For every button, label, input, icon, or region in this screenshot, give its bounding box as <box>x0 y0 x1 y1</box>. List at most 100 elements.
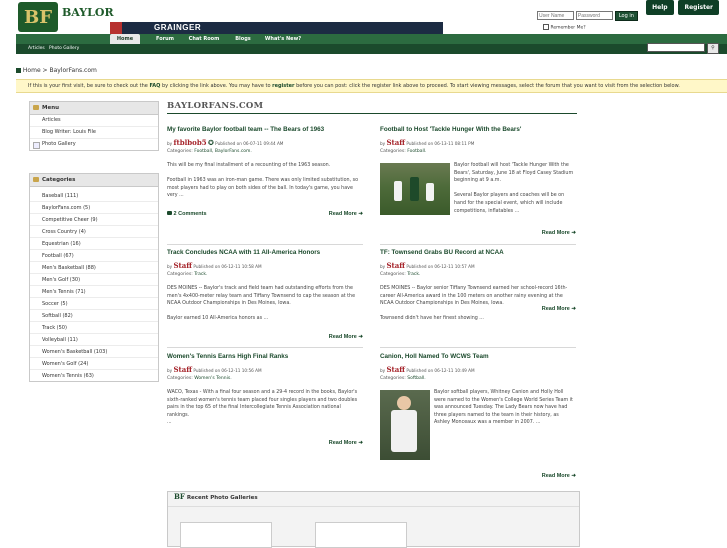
article-author[interactable]: ftblbob5 <box>173 138 206 147</box>
article-categories: Categories: Track. <box>380 272 576 277</box>
notice-text-post: before you can post: click the register … <box>294 83 680 89</box>
category-item[interactable]: Soccer (5) <box>30 298 158 310</box>
help-button[interactable]: Help <box>646 0 674 15</box>
category-item[interactable]: Men's Tennis (71) <box>30 286 158 298</box>
tab-blogs[interactable]: Blogs <box>229 34 257 44</box>
article-author[interactable]: Staff <box>386 261 405 270</box>
category-item[interactable]: Cross Country (4) <box>30 226 158 238</box>
read-more-link[interactable]: Read More ➜ <box>542 230 576 236</box>
category-item[interactable]: Volleyball (11) <box>30 334 158 346</box>
read-more-link[interactable]: Read More ➜ <box>329 334 363 340</box>
article-excerpt: Baylor softball players, Whitney Canion … <box>434 390 573 426</box>
read-more-link[interactable]: Read More ➜ <box>329 211 363 217</box>
menu-item-photo-gallery[interactable]: Photo Gallery <box>30 139 158 150</box>
article-card: TF: Townsend Grabs BU Record at NCAA by … <box>380 249 576 344</box>
read-more-link[interactable]: Read More ➜ <box>542 473 576 479</box>
register-button[interactable]: Register <box>678 0 719 15</box>
read-more-link[interactable]: Read More ➜ <box>329 440 363 446</box>
tab-chat-room[interactable]: Chat Room <box>186 34 222 44</box>
comments-link[interactable]: 2 Comments <box>167 211 207 217</box>
read-more-link[interactable]: Read More ➜ <box>542 306 576 312</box>
categories-label: Categories: <box>167 149 193 154</box>
categories-label: Categories: <box>380 376 406 381</box>
article-category-link[interactable]: Football. <box>407 149 426 154</box>
article-author[interactable]: Staff <box>386 138 405 147</box>
register-link[interactable]: register <box>272 83 294 89</box>
breadcrumb[interactable]: Home > BaylorFans.com <box>16 67 97 74</box>
tab-home[interactable]: Home <box>110 34 140 44</box>
softball-photo[interactable] <box>380 390 430 460</box>
article-date: Published on 06-12-11 10:57 AM <box>406 264 475 269</box>
faq-link[interactable]: FAQ <box>149 83 160 89</box>
remember-checkbox[interactable] <box>543 24 549 30</box>
breadcrumb-text[interactable]: Home > BaylorFans.com <box>23 67 97 74</box>
article-date: Published on 06-13-11 08:11 PM <box>406 141 475 146</box>
menu-item-articles[interactable]: Articles <box>30 115 158 127</box>
site-logo[interactable]: BF BAYLOR <box>18 2 114 32</box>
article-author[interactable]: Staff <box>173 365 192 374</box>
article-category-link[interactable]: Track. <box>407 272 420 277</box>
player-figure <box>394 181 402 201</box>
tab-whats-new[interactable]: What's New? <box>263 34 303 44</box>
article-date: Published on 06-12-11 10:49 AM <box>406 368 475 373</box>
article-author[interactable]: Staff <box>173 261 192 270</box>
article-title[interactable]: TF: Townsend Grabs BU Record at NCAA <box>380 249 576 256</box>
article-title[interactable]: Track Concludes NCAA with 11 All-America… <box>167 249 363 256</box>
categories-label: Categories: <box>380 272 406 277</box>
player-figure <box>426 183 434 201</box>
category-item[interactable]: Track (50) <box>30 322 158 334</box>
article-title[interactable]: Canion, Holl Named To WCWS Team <box>380 353 576 360</box>
search-icon[interactable]: ⚲ <box>707 43 719 54</box>
player-jersey <box>391 410 417 452</box>
article-category-link[interactable]: Women's Tennis. <box>194 376 231 381</box>
category-item[interactable]: Women's Basketball (103) <box>30 346 158 358</box>
category-item[interactable]: Baseball (111) <box>30 190 158 202</box>
category-item[interactable]: Women's Golf (24) <box>30 358 158 370</box>
menu-item-blog-writer[interactable]: Blog Writer: Louis File <box>30 127 158 139</box>
article-title[interactable]: Women's Tennis Earns High Final Ranks <box>167 353 363 360</box>
main-title: BAYLORFANS.COM <box>167 101 264 111</box>
article-category-link[interactable]: Football, BaylorFans.com. <box>194 149 252 154</box>
article-title[interactable]: My favorite Baylor football team -- The … <box>167 126 363 133</box>
subnav-photo-gallery[interactable]: Photo Gallery <box>49 46 79 51</box>
subnav-articles[interactable]: Articles <box>28 46 45 51</box>
category-item[interactable]: Women's Tennis (63) <box>30 370 158 381</box>
gallery-thumbnail[interactable] <box>180 522 272 548</box>
article-excerpt-wrap: Baylor football will host 'Tackle Hunger… <box>380 162 576 215</box>
article-title[interactable]: Football to Host 'Tackle Hunger With the… <box>380 126 576 133</box>
category-item[interactable]: Football (67) <box>30 250 158 262</box>
article-divider <box>167 244 363 245</box>
folder-icon <box>33 177 39 182</box>
password-input[interactable] <box>575 11 613 20</box>
remember-me[interactable]: Remember Me? <box>543 24 586 31</box>
article-categories: Categories: Softball. <box>380 376 576 381</box>
site-header: BF BAYLOR GRAINGER Help Register Log in … <box>0 0 727 34</box>
category-item[interactable]: Men's Golf (30) <box>30 274 158 286</box>
galleries-header: BF Recent Photo Galleries <box>168 492 579 507</box>
categories-box: Categories Baseball (111) BaylorFans.com … <box>29 173 159 382</box>
football-photo[interactable] <box>380 163 450 215</box>
article-category-link[interactable]: Softball. <box>407 376 425 381</box>
category-item[interactable]: Equestrian (16) <box>30 238 158 250</box>
tab-forum[interactable]: Forum <box>148 34 182 44</box>
article-category-link[interactable]: Track. <box>194 272 207 277</box>
ad-banner[interactable]: GRAINGER <box>110 22 443 34</box>
plus-icon[interactable] <box>33 142 40 149</box>
article-byline: by Staff Published on 06-12-11 10:57 AM <box>380 261 475 270</box>
article-byline: by Staff Published on 06-12-11 10:49 AM <box>380 365 475 374</box>
category-item[interactable]: Softball (82) <box>30 310 158 322</box>
username-input[interactable] <box>537 11 574 20</box>
article-author[interactable]: Staff <box>386 365 405 374</box>
home-icon[interactable] <box>16 68 21 73</box>
search-input[interactable] <box>647 43 706 52</box>
nav-search: ⚲ <box>647 43 719 54</box>
login-button[interactable]: Log in <box>614 11 638 21</box>
category-item[interactable]: BaylorFans.com (5) <box>30 202 158 214</box>
category-item[interactable]: Competitive Cheer (9) <box>30 214 158 226</box>
article-card: Football to Host 'Tackle Hunger With the… <box>380 126 576 236</box>
category-item[interactable]: Men's Basketball (88) <box>30 262 158 274</box>
gallery-thumbnail[interactable] <box>315 522 407 548</box>
notice-text-pre: If this is your first visit, be sure to … <box>28 83 150 89</box>
remember-label: Remember Me? <box>550 25 586 31</box>
article-excerpt: DES MOINES -- Baylor's track and field t… <box>167 286 356 322</box>
